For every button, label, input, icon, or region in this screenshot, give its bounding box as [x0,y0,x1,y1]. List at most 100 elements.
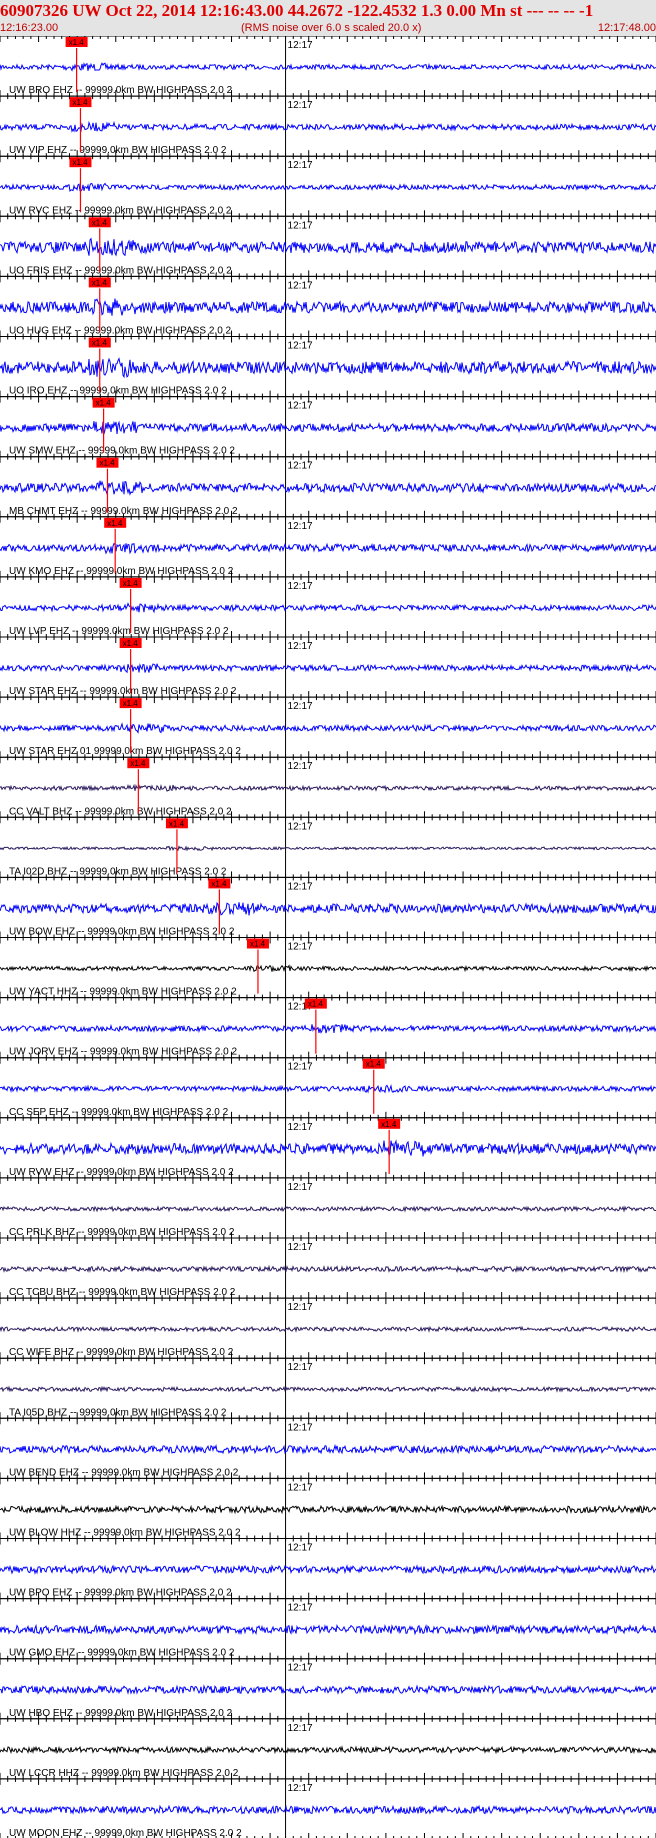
scaling-note: (RMS noise over 6.0 s scaled 20.0 x) [241,22,422,34]
minute-label: 12:17 [288,701,313,712]
waveform [0,237,656,257]
station-label: UW VIP EHZ -- 99999.0km BW HIGHPASS 2.0 … [9,145,227,156]
station-label: TA I02D BHZ -- 99999.0km BW HIGHPASS 2.0… [9,866,227,877]
station-label: CC SEP EHZ -- 99999.0km BW HIGHPASS 2.0 … [9,1107,229,1118]
waveform [0,1504,656,1515]
station-label: TA I05D BHZ -- 99999.0km BW HIGHPASS 2.0… [9,1407,227,1418]
start-time-label: 12:16:23.00 [0,22,59,34]
record-header: 60907326 UW Oct 22, 2014 12:16:43.00 44.… [0,0,656,36]
station-label: UW LVP EHZ -- 99999.0km BW HIGHPASS 2.0 … [9,626,229,637]
minute-label: 12:17 [288,280,313,291]
minute-label: 12:17 [288,1122,313,1133]
pick-label: x1.4 [72,158,88,167]
minute-label: 12:17 [288,461,313,472]
pick-label: x1.4 [381,1120,397,1129]
pick-label: x1.4 [92,339,108,348]
station-label: CC VALT BHZ -- 99999.0km BW HIGHPASS 2.0… [9,806,232,817]
minute-label: 12:17 [288,100,313,111]
waveform [0,602,656,614]
waveform [0,420,656,435]
waveform [0,1205,656,1213]
waveform [0,298,656,316]
waveform [0,901,656,916]
pick-label: x1.4 [72,98,88,107]
pick-label: x1.4 [169,819,185,828]
station-label: UW GMO EHZ -- 99999.0km BW HIGHPASS 2.0 … [9,1648,235,1659]
waveform [0,182,656,192]
minute-label: 12:17 [288,881,313,892]
waveform [0,783,656,792]
minute-label: 12:17 [288,521,313,532]
station-label: UW BPO EHZ -- 99999.0km BW HIGHPASS 2.0 … [9,1588,232,1599]
pick-label: x1.4 [123,699,139,708]
end-time-label: 12:17:48.00 [597,22,656,34]
minute-label: 12:17 [288,1242,313,1253]
waveform [0,1443,656,1455]
station-label: UW STAR EHZ -- 99999.0km BW HIGHPASS 2.0… [9,686,237,697]
pick-label: x1.4 [123,639,139,648]
waveform [0,1083,656,1094]
station-label: UW BEND EHZ -- 99999.0km BW HIGHPASS 2.0… [9,1467,239,1478]
pick-label: x1.4 [92,278,108,287]
minute-label: 12:17 [288,1543,313,1554]
minute-label: 12:17 [288,1603,313,1614]
waveform [0,722,656,734]
station-label: CC WIFE BHZ -- 99999.0km BW HIGHPASS 2.0… [9,1347,234,1358]
pick-label: x1.4 [92,218,108,227]
waveform [0,964,656,973]
minute-label: 12:17 [288,1482,313,1493]
pick-label: x1.4 [69,38,85,47]
minute-label: 12:17 [288,761,313,772]
pick-label: x1.4 [107,519,123,528]
waveform [0,357,656,379]
station-label: UO FRIS EHZ -- 99999.0km BW HIGHPASS 2.0… [9,265,232,276]
station-label: UW RVC EHZ -- 99999.0km BW HIGHPASS 2.0 … [9,205,232,216]
station-label: UO HUG EHZ -- 99999.0km BW HIGHPASS 2.0 … [9,326,232,337]
station-label: UW BOW EHZ -- 99999.0km BW HIGHPASS 2.0 … [9,927,235,938]
minute-label: 12:17 [288,220,313,231]
station-label: CC TCBU BHZ -- 99999.0km BW HIGHPASS 2.0… [9,1287,236,1298]
minute-label: 12:17 [288,641,313,652]
pick-label: x1.4 [123,579,139,588]
minute-label: 12:17 [288,1362,313,1373]
station-label: CC PRLK BHZ -- 99999.0km BW HIGHPASS 2.0… [9,1227,235,1238]
pick-label: x1.4 [96,399,112,408]
pick-label: x1.4 [250,940,266,949]
station-label: MB CHMT EHZ -- 99999.0km BW HIGHPASS 2.0… [9,506,238,517]
minute-label: 12:17 [288,160,313,171]
station-label: UW STAR EHZ 01 99999.0km BW HIGHPASS 2.0… [9,746,241,757]
waveform [0,663,656,674]
pick-label: x1.4 [99,459,115,468]
seismogram-plot: 12:17 UW BRO EHZ -- 99999.0km BW HIGHPASS… [0,36,656,1838]
waveform [0,61,656,72]
station-label: UW BRO EHZ -- 99999.0km BW HIGHPASS 2.0 … [9,85,233,96]
waveform [0,1139,656,1157]
minute-label: 12:17 [288,821,313,832]
waveform [0,1023,656,1034]
station-label: UW KMO EHZ -- 99999.0km BW HIGHPASS 2.0 … [9,566,234,577]
pick-label: x1.4 [366,1060,382,1069]
waveform [0,1264,656,1274]
minute-label: 12:17 [288,1302,313,1313]
waveform [0,1564,656,1575]
minute-label: 12:17 [288,581,313,592]
minute-label: 12:17 [288,1422,313,1433]
station-label: UW JORV EHZ -- 99999.0km BW HIGHPASS 2.0… [9,1047,237,1058]
pick-label: x1.4 [130,759,146,768]
minute-label: 12:17 [288,942,313,953]
station-label: UW YACT HHZ -- 99999.0km BW HIGHPASS 2.0… [9,987,237,998]
station-label: UW SMW EHZ -- 99999.0km BW HIGHPASS 2.0 … [9,446,235,457]
minute-label: 12:17 [288,40,313,51]
waveform [0,542,656,555]
pick-label: x1.4 [308,1000,324,1009]
minute-label: 12:17 [288,1182,313,1193]
waveform [0,1385,656,1393]
event-title: 60907326 UW Oct 22, 2014 12:16:43.00 44.… [0,1,594,20]
waveform [0,845,656,852]
waveform [0,120,656,133]
waveform [0,480,656,496]
pick-label: x1.4 [211,879,227,888]
minute-label: 12:17 [288,1062,313,1073]
waveform [0,1325,656,1333]
waveform [0,1623,656,1636]
